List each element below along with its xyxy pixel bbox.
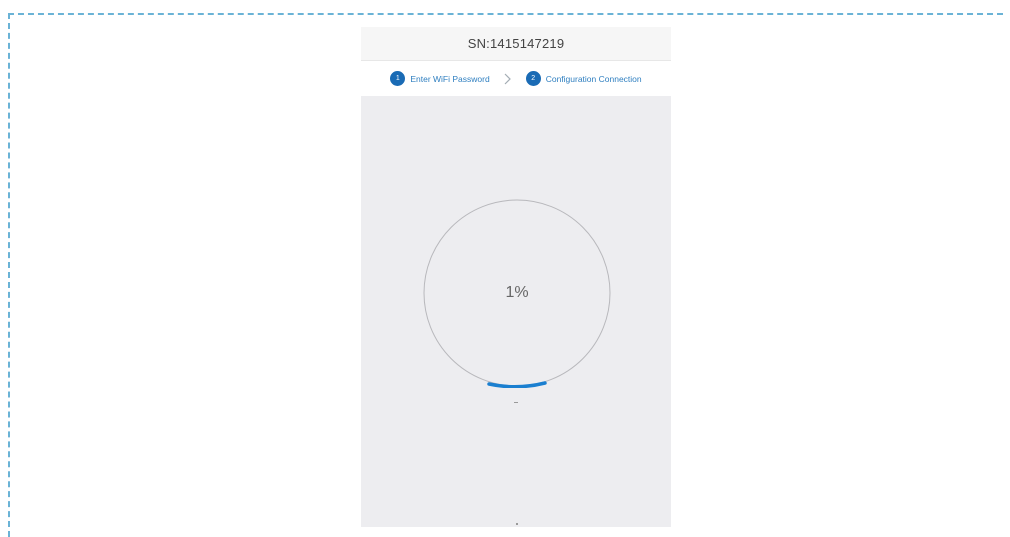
progress-area: 1% [361,96,671,527]
serial-number: SN:1415147219 [467,36,565,51]
step-2-number: 2 [525,71,541,86]
loading-indicator [514,402,518,403]
progress-percent: 1% [505,284,529,301]
progress-ring: 1% [422,198,612,388]
dashed-frame-left [8,13,10,537]
dashed-frame-top [8,13,1003,15]
step-configuration-connection: 2 Configuration Connection [525,71,642,86]
step-2-label: Configuration Connection [545,73,642,84]
configuration-steps: 1 Enter WiFi Password 2 Configuration Co… [361,61,671,96]
step-enter-wifi-password: 1 Enter WiFi Password [390,71,490,86]
phone-screen: SN:1415147219 1 Enter WiFi Password 2 Co… [361,27,671,527]
page-indicator [516,523,518,525]
chevron-right-icon [504,73,512,85]
step-1-label: Enter WiFi Password [410,73,490,84]
step-1-number: 1 [390,71,406,86]
serial-header: SN:1415147219 [361,27,671,61]
